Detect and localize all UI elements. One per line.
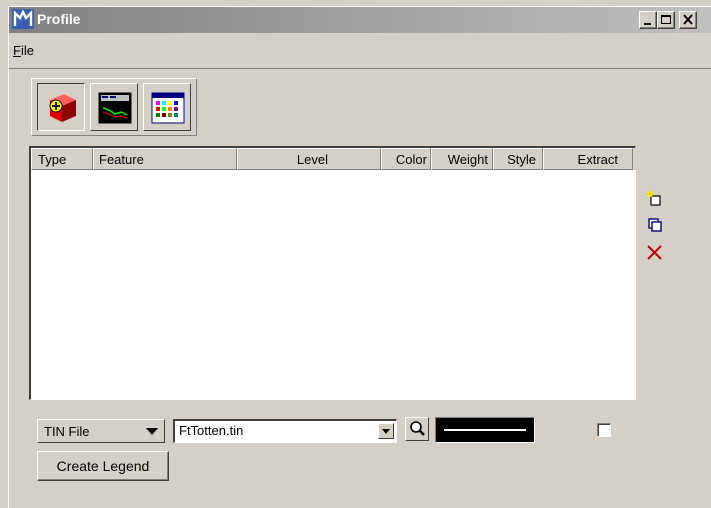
cube-add-icon <box>49 94 76 122</box>
tool-profile-window[interactable] <box>90 83 138 131</box>
profile-window: Profile File Type Feature Level Color We… <box>8 6 711 508</box>
profile-window-icon <box>98 92 132 124</box>
menu-file[interactable]: File <box>13 43 34 58</box>
column-header-level[interactable]: Level <box>237 148 381 170</box>
copy-icon <box>648 218 662 232</box>
minimize-button[interactable] <box>639 11 657 29</box>
new-item-icon <box>646 190 661 206</box>
close-button[interactable] <box>679 11 697 29</box>
dropdown-arrow-icon <box>146 428 158 435</box>
tin-file-combobox[interactable]: FtTotten.tin <box>173 419 397 443</box>
profile-app-icon <box>12 9 34 29</box>
source-type-dropdown[interactable]: TIN File <box>37 419 165 443</box>
column-label-color: Color <box>395 152 427 167</box>
tool-color-palette[interactable] <box>143 83 191 131</box>
menu-file-label: ile <box>20 43 34 58</box>
feature-list-header: Type Feature Level Color Weight Style Ex… <box>31 148 636 170</box>
column-label-style: Style <box>507 152 536 167</box>
column-header-extract[interactable]: Extract <box>543 148 633 170</box>
title-bar[interactable]: Profile <box>9 7 711 33</box>
tin-file-value: FtTotten.tin <box>179 423 244 438</box>
tool-add-feature[interactable] <box>37 83 85 131</box>
new-item-button[interactable] <box>645 189 665 209</box>
window-title: Profile <box>37 11 81 27</box>
delete-x-icon <box>647 245 662 260</box>
menu-file-mnemonic: F <box>13 43 21 58</box>
column-header-color[interactable]: Color <box>381 148 431 170</box>
source-type-value: TIN File <box>44 424 90 439</box>
delete-button[interactable] <box>645 243 665 263</box>
menu-bar: File <box>9 33 711 69</box>
minimize-icon <box>644 23 651 25</box>
column-label-weight: Weight <box>447 152 488 167</box>
create-legend-button[interactable]: Create Legend <box>37 451 169 481</box>
column-label-feature: Feature <box>99 152 144 167</box>
column-header-type[interactable]: Type <box>31 148 93 170</box>
tin-file-dropdown-button[interactable] <box>378 423 394 439</box>
extract-checkbox[interactable] <box>597 423 611 437</box>
magnifier-icon <box>408 420 426 438</box>
browse-button[interactable] <box>405 417 429 441</box>
column-label-type: Type <box>38 152 67 167</box>
tool-group <box>31 78 197 136</box>
close-icon <box>683 14 693 25</box>
line-style-sample <box>444 429 526 431</box>
column-header-weight[interactable]: Weight <box>431 148 493 170</box>
maximize-icon <box>661 15 671 24</box>
column-label-extract: Extract <box>577 152 618 167</box>
color-palette-icon <box>151 92 185 124</box>
column-label-level: Level <box>296 152 328 167</box>
copy-button[interactable] <box>645 215 665 235</box>
line-style-swatch[interactable] <box>435 417 535 443</box>
maximize-button[interactable] <box>657 11 675 29</box>
column-header-feature[interactable]: Feature <box>93 148 237 170</box>
feature-list[interactable]: Type Feature Level Color Weight Style Ex… <box>29 146 636 400</box>
column-header-style[interactable]: Style <box>493 148 543 170</box>
